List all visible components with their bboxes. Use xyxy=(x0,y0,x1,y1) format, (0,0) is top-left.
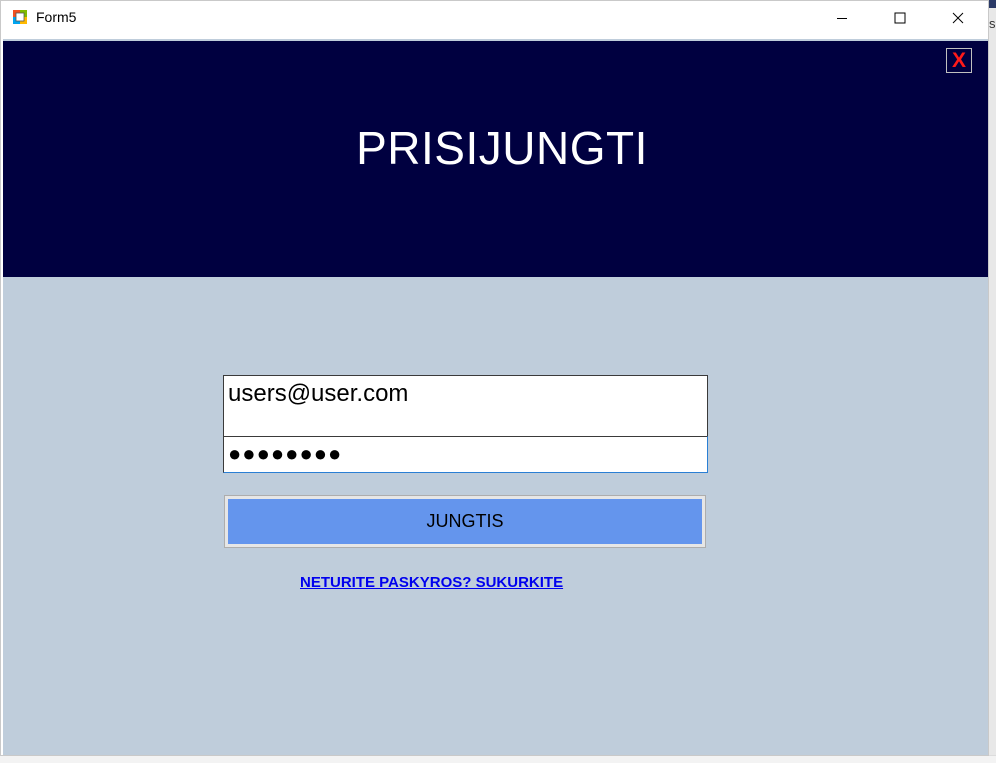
background-window-text: s xyxy=(989,16,996,31)
minimize-icon xyxy=(837,17,847,19)
window-title: Form5 xyxy=(36,9,77,25)
maximize-icon xyxy=(894,12,906,23)
window-close-button[interactable] xyxy=(929,1,987,34)
winforms-app-icon xyxy=(13,10,27,24)
minimize-button[interactable] xyxy=(813,1,871,34)
close-icon xyxy=(952,12,964,23)
login-button-label: JUNGTIS xyxy=(228,499,702,544)
title-bar[interactable]: Form5 xyxy=(1,1,988,34)
login-panel: PRISIJUNGTI X users@user.com ●●●●●●●● JU… xyxy=(3,39,988,755)
password-field[interactable]: ●●●●●●●● xyxy=(223,436,708,473)
background-window-accent xyxy=(989,0,996,8)
login-button[interactable]: JUNGTIS xyxy=(224,495,706,548)
close-x-icon: X xyxy=(951,49,966,72)
form-window: Form5 PRISIJUNGTI X users@user.com ●●●●●… xyxy=(0,0,989,756)
header-banner: PRISIJUNGTI X xyxy=(3,41,988,277)
page-title: PRISIJUNGTI xyxy=(356,122,648,174)
background-window-edge: s xyxy=(989,0,996,762)
form-close-button[interactable]: X xyxy=(946,48,972,73)
maximize-button[interactable] xyxy=(871,1,929,34)
register-link[interactable]: NETURITE PASKYROS? SUKURKITE xyxy=(300,574,563,591)
email-field[interactable]: users@user.com xyxy=(223,375,708,437)
